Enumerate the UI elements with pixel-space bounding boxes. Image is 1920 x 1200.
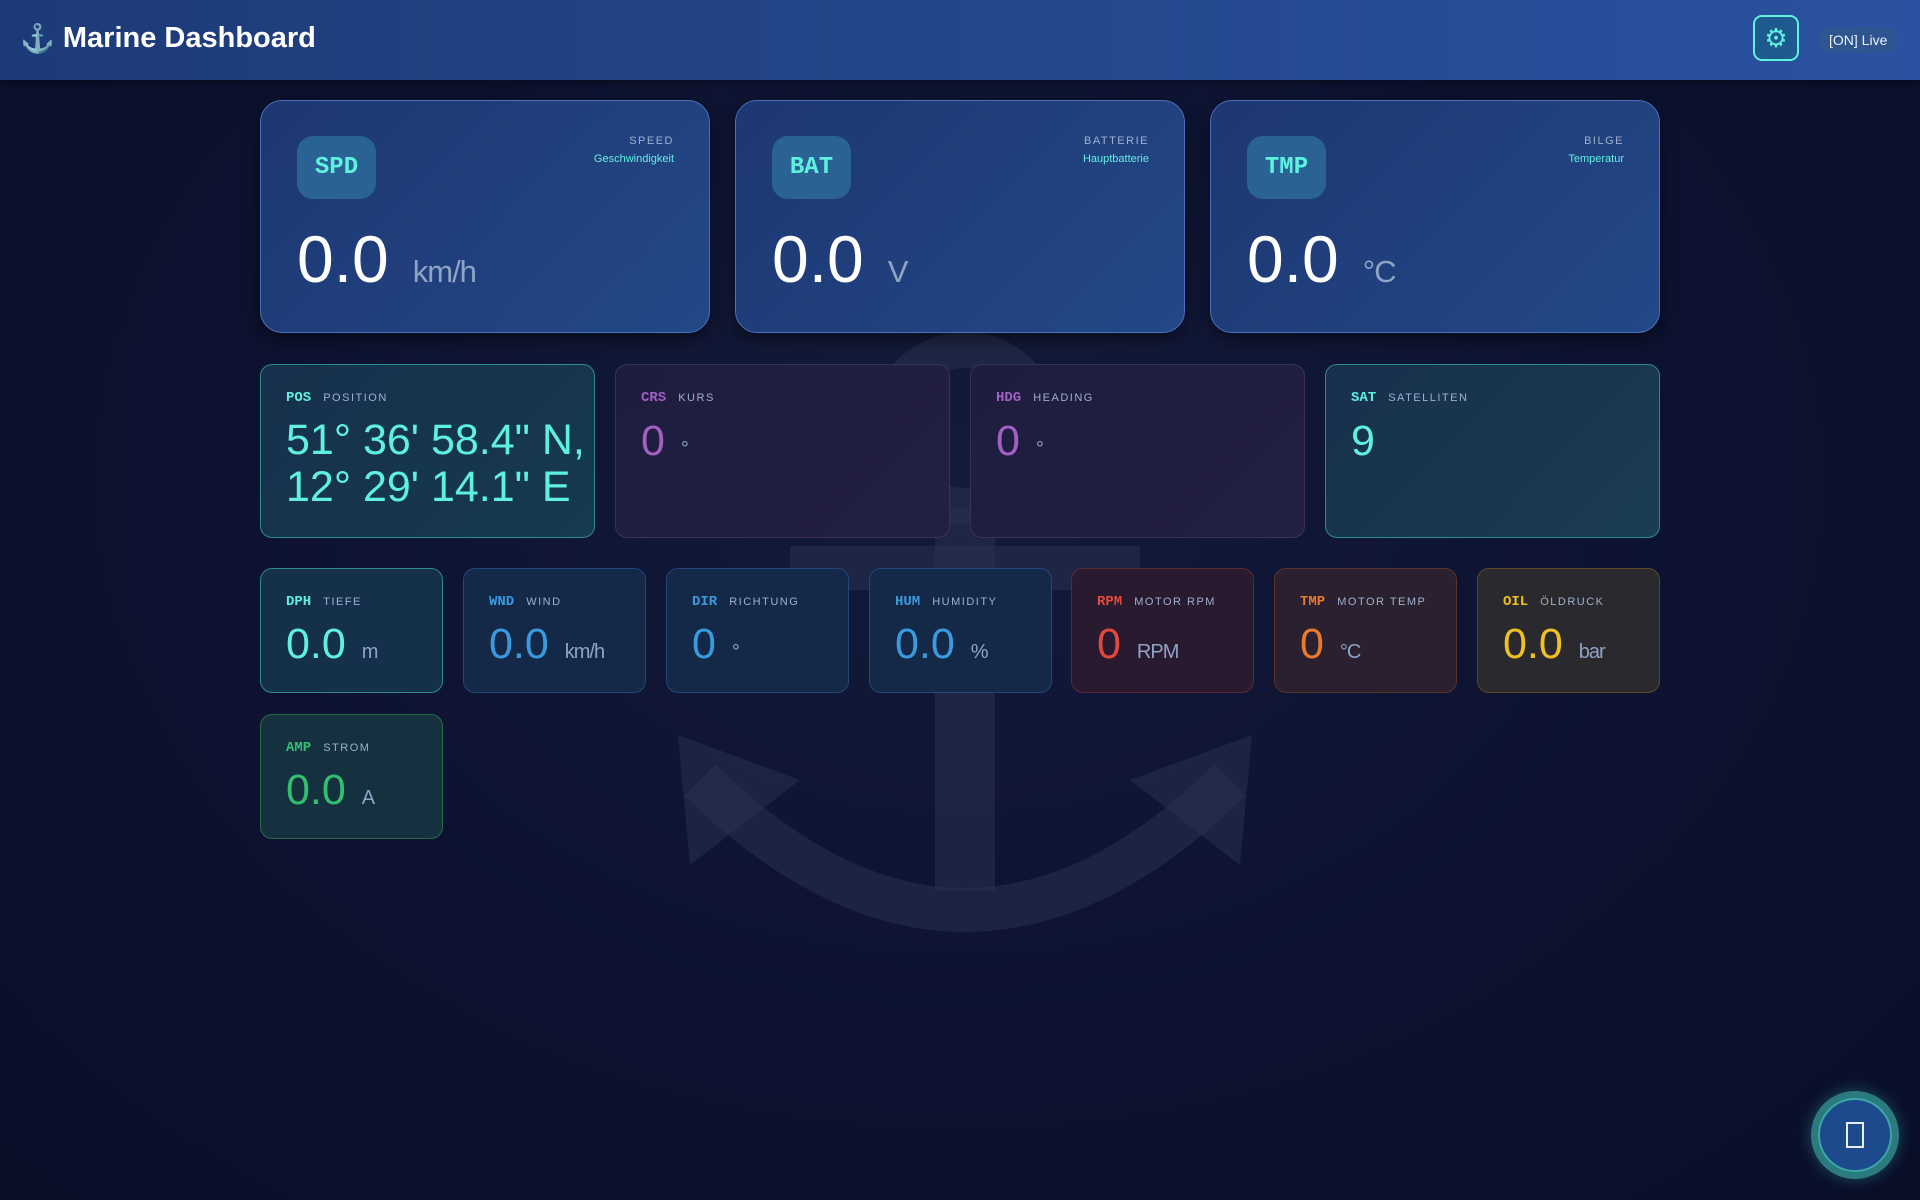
satellites-label: SATELLITEN	[1388, 392, 1469, 404]
current-code: AMP	[286, 740, 312, 756]
battery-card: BAT BATTERIE Hauptbatterie 0.0 V	[735, 100, 1185, 333]
satellites-card: SAT SATELLITEN 9	[1325, 364, 1660, 538]
floating-action-button[interactable]	[1811, 1091, 1899, 1179]
course-label: KURS	[678, 392, 715, 404]
wind-direction-label: RICHTUNG	[729, 596, 800, 608]
bilge-code-badge: TMP	[1247, 136, 1326, 199]
position-label: POSITION	[323, 392, 388, 404]
wind-direction-value: 0	[692, 620, 716, 668]
current-card: AMP STROM 0.0 A	[260, 714, 443, 839]
depth-unit: m	[361, 641, 379, 663]
heading-unit: °	[1035, 438, 1044, 460]
course-card: CRS KURS 0 °	[615, 364, 950, 538]
humidity-value: 0.0	[895, 620, 955, 668]
wind-unit: km/h	[564, 641, 605, 663]
speed-card: SPD SPEED Geschwindigkeit 0.0 km/h	[260, 100, 710, 333]
bilge-temp-card: TMP BILGE Temperatur 0.0 °C	[1210, 100, 1660, 333]
bilge-label: BILGE	[1584, 135, 1624, 147]
motor-rpm-value: 0	[1097, 620, 1121, 668]
oil-pressure-label: ÖLDRUCK	[1540, 596, 1605, 608]
oil-pressure-card: OIL ÖLDRUCK 0.0 bar	[1477, 568, 1660, 693]
course-code: CRS	[641, 390, 667, 406]
motor-temp-code: TMP	[1300, 594, 1326, 610]
bilge-value: 0.0	[1247, 222, 1339, 296]
live-status-badge: [ON] Live	[1818, 27, 1899, 53]
speed-sublabel: Geschwindigkeit	[593, 153, 674, 165]
speed-unit: km/h	[412, 254, 477, 289]
humidity-code: HUM	[895, 594, 921, 610]
speed-code-badge: SPD	[297, 136, 376, 199]
depth-card: DPH TIEFE 0.0 m	[260, 568, 443, 693]
heading-card: HDG HEADING 0 °	[970, 364, 1305, 538]
bilge-sublabel: Temperatur	[1568, 153, 1624, 165]
wind-direction-card: DIR RICHTUNG 0 °	[666, 568, 849, 693]
humidity-label: HUMIDITY	[932, 596, 998, 608]
settings-button[interactable]: ⚙	[1753, 15, 1799, 61]
longitude-value: 12° 29' 14.1" E	[286, 463, 571, 511]
heading-label: HEADING	[1033, 392, 1094, 404]
position-code: POS	[286, 390, 312, 406]
anchor-icon: ⚓	[20, 22, 55, 54]
wind-direction-code: DIR	[692, 594, 718, 610]
oil-pressure-unit: bar	[1578, 641, 1606, 663]
gear-icon: ⚙	[1764, 23, 1788, 53]
battery-value: 0.0	[772, 222, 864, 296]
motor-rpm-unit: RPM	[1136, 641, 1179, 663]
latitude-value: 51° 36' 58.4" N,	[286, 416, 585, 464]
heading-value: 0	[996, 417, 1020, 465]
brand: ⚓ Marine Dashboard	[20, 22, 316, 55]
bilge-unit: °C	[1362, 254, 1397, 289]
satellites-code: SAT	[1351, 390, 1377, 406]
wind-label: WIND	[526, 596, 562, 608]
motor-rpm-label: MOTOR RPM	[1134, 596, 1216, 608]
wind-code: WND	[489, 594, 515, 610]
sidebar-toggle-icon	[1846, 1122, 1864, 1148]
motor-temp-label: MOTOR TEMP	[1337, 596, 1427, 608]
current-unit: A	[361, 787, 375, 809]
current-value: 0.0	[286, 766, 346, 814]
wind-card: WND WIND 0.0 km/h	[463, 568, 646, 693]
wind-direction-unit: °	[731, 641, 740, 663]
battery-sublabel: Hauptbatterie	[1082, 153, 1149, 165]
course-unit: °	[680, 438, 689, 460]
motor-temp-card: TMP MOTOR TEMP 0 °C	[1274, 568, 1457, 693]
app-title: Marine Dashboard	[62, 22, 316, 54]
depth-value: 0.0	[286, 620, 346, 668]
course-value: 0	[641, 417, 665, 465]
speed-value: 0.0	[297, 222, 389, 296]
battery-label: BATTERIE	[1084, 135, 1149, 147]
humidity-card: HUM HUMIDITY 0.0%	[869, 568, 1052, 693]
motor-rpm-card: RPM MOTOR RPM 0 RPM	[1071, 568, 1254, 693]
heading-code: HDG	[996, 390, 1022, 406]
battery-unit: V	[887, 254, 909, 289]
satellites-value: 9	[1351, 417, 1375, 465]
position-value: 51° 36' 58.4" N, 12° 29' 14.1" E	[286, 417, 585, 511]
position-card: POS POSITION 51° 36' 58.4" N, 12° 29' 14…	[260, 364, 595, 538]
app-header: ⚓ Marine Dashboard ⚙ [ON] Live	[0, 0, 1920, 80]
motor-temp-value: 0	[1300, 620, 1324, 668]
humidity-unit: %	[970, 641, 989, 663]
motor-temp-unit: °C	[1339, 641, 1361, 663]
motor-rpm-code: RPM	[1097, 594, 1123, 610]
battery-code-badge: BAT	[772, 136, 851, 199]
oil-pressure-code: OIL	[1503, 594, 1529, 610]
current-label: STROM	[323, 742, 371, 754]
oil-pressure-value: 0.0	[1503, 620, 1563, 668]
speed-label: SPEED	[629, 135, 674, 147]
depth-code: DPH	[286, 594, 312, 610]
depth-label: TIEFE	[323, 596, 362, 608]
wind-value: 0.0	[489, 620, 549, 668]
